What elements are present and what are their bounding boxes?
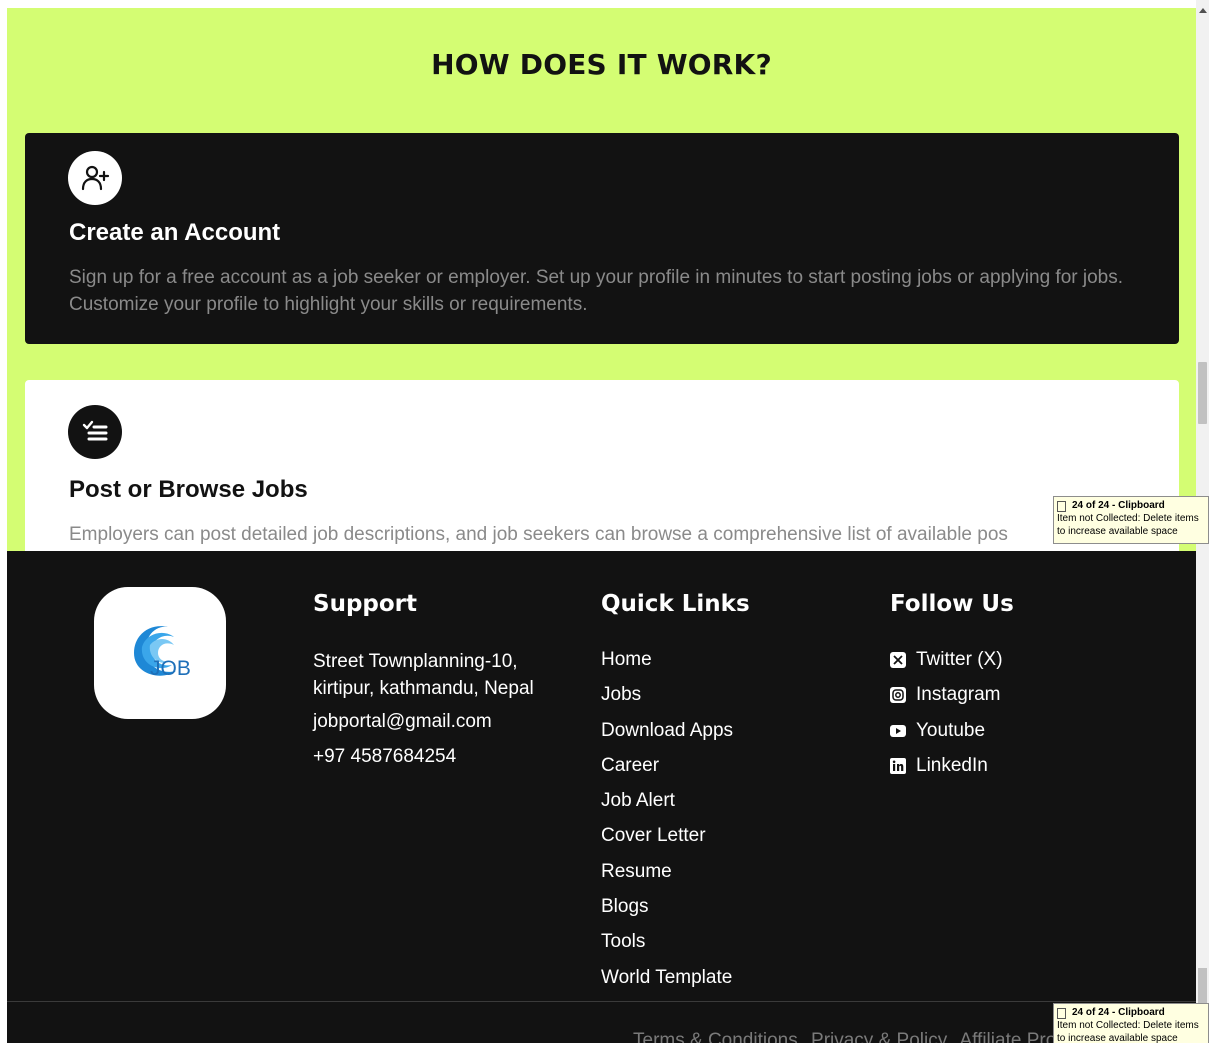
step-card-create-account: Create an Account Sign up for a free acc… — [25, 133, 1179, 344]
footer-divider — [7, 1001, 1196, 1002]
clipboard-message: Item not Collected: Delete items to incr… — [1057, 1020, 1199, 1043]
youtube-icon — [890, 723, 906, 739]
quick-links-list: Home Jobs Download Apps Career Job Alert… — [601, 649, 733, 1002]
scroll-thumb[interactable] — [1198, 362, 1207, 424]
step-title: Post or Browse Jobs — [69, 476, 308, 503]
scroll-up-arrow-icon[interactable] — [1199, 8, 1207, 13]
clipboard-icon — [1057, 1008, 1066, 1019]
step-description: Employers can post detailed job descript… — [69, 524, 1008, 545]
support-column: Support Street Townplanning-10, kirtipur… — [313, 591, 573, 767]
quick-link-tools[interactable]: Tools — [601, 931, 733, 966]
site-footer: JOB Support Street Townplanning-10, kirt… — [7, 551, 1196, 1043]
privacy-link[interactable]: Privacy & Policy — [811, 1030, 947, 1043]
terms-link[interactable]: Terms & Conditions — [633, 1030, 798, 1043]
affiliate-link[interactable]: Affiliate Pro — [959, 1030, 1056, 1043]
clipboard-title: 24 of 24 - Clipboard — [1072, 500, 1165, 511]
social-links-list: Twitter (X) Instagram Youtube LinkedIn — [890, 649, 1003, 790]
x-twitter-icon — [890, 652, 906, 668]
how-it-works-section: HOW DOES IT WORK? Create an Account Sign… — [7, 8, 1196, 551]
support-phone[interactable]: +97 4587684254 — [313, 746, 456, 768]
user-plus-icon — [68, 151, 122, 205]
step-card-post-browse: Post or Browse Jobs Employers can post d… — [25, 380, 1179, 551]
social-link-twitter[interactable]: Twitter (X) — [890, 649, 1003, 684]
quick-link-download-apps[interactable]: Download Apps — [601, 720, 733, 755]
social-link-label: Instagram — [916, 684, 1001, 706]
support-heading: Support — [313, 591, 418, 617]
quick-links-heading: Quick Links — [601, 591, 750, 617]
instagram-icon — [890, 687, 906, 704]
clipboard-notice: 24 of 24 - Clipboard Item not Collected:… — [1053, 1003, 1209, 1043]
quick-link-blogs[interactable]: Blogs — [601, 896, 733, 931]
quick-link-world-template[interactable]: World Template — [601, 967, 733, 1002]
social-link-label: LinkedIn — [916, 754, 988, 776]
clipboard-icon — [1057, 501, 1066, 512]
job-portal-logo[interactable]: JOB — [94, 587, 226, 719]
linkedin-icon — [890, 757, 906, 774]
quick-link-cover-letter[interactable]: Cover Letter — [601, 825, 733, 860]
step-title: Create an Account — [69, 219, 281, 246]
support-email[interactable]: jobportal@gmail.com — [313, 711, 492, 733]
support-address: Street Townplanning-10, kirtipur, kathma… — [313, 651, 534, 699]
quick-link-home[interactable]: Home — [601, 649, 733, 684]
quick-links-column: Quick Links Home Jobs Download Apps Care… — [601, 591, 861, 988]
social-link-instagram[interactable]: Instagram — [890, 684, 1003, 719]
quick-link-career[interactable]: Career — [601, 755, 733, 790]
step-description: Sign up for a free account as a job seek… — [69, 267, 1124, 315]
legal-links: Terms & Conditions Privacy & Policy Affi… — [633, 1030, 1064, 1043]
checklist-icon — [68, 405, 122, 459]
quick-link-job-alert[interactable]: Job Alert — [601, 790, 733, 825]
clipboard-message: Item not Collected: Delete items to incr… — [1057, 513, 1199, 537]
follow-us-column: Follow Us Twitter (X) Instagram Youtube … — [890, 591, 1150, 776]
social-link-label: Youtube — [916, 719, 986, 741]
social-link-label: Twitter (X) — [916, 649, 1003, 670]
logo-text: JOB — [150, 657, 191, 680]
social-link-linkedin[interactable]: LinkedIn — [890, 755, 1003, 790]
quick-link-resume[interactable]: Resume — [601, 861, 733, 896]
clipboard-notice: 24 of 24 - Clipboard Item not Collected:… — [1053, 496, 1209, 544]
social-link-youtube[interactable]: Youtube — [890, 720, 1003, 755]
page: HOW DOES IT WORK? Create an Account Sign… — [7, 8, 1196, 1043]
quick-link-jobs[interactable]: Jobs — [601, 684, 733, 719]
clipboard-title: 24 of 24 - Clipboard — [1072, 1007, 1165, 1018]
section-title: HOW DOES IT WORK? — [431, 48, 772, 81]
follow-us-heading: Follow Us — [890, 591, 1014, 617]
